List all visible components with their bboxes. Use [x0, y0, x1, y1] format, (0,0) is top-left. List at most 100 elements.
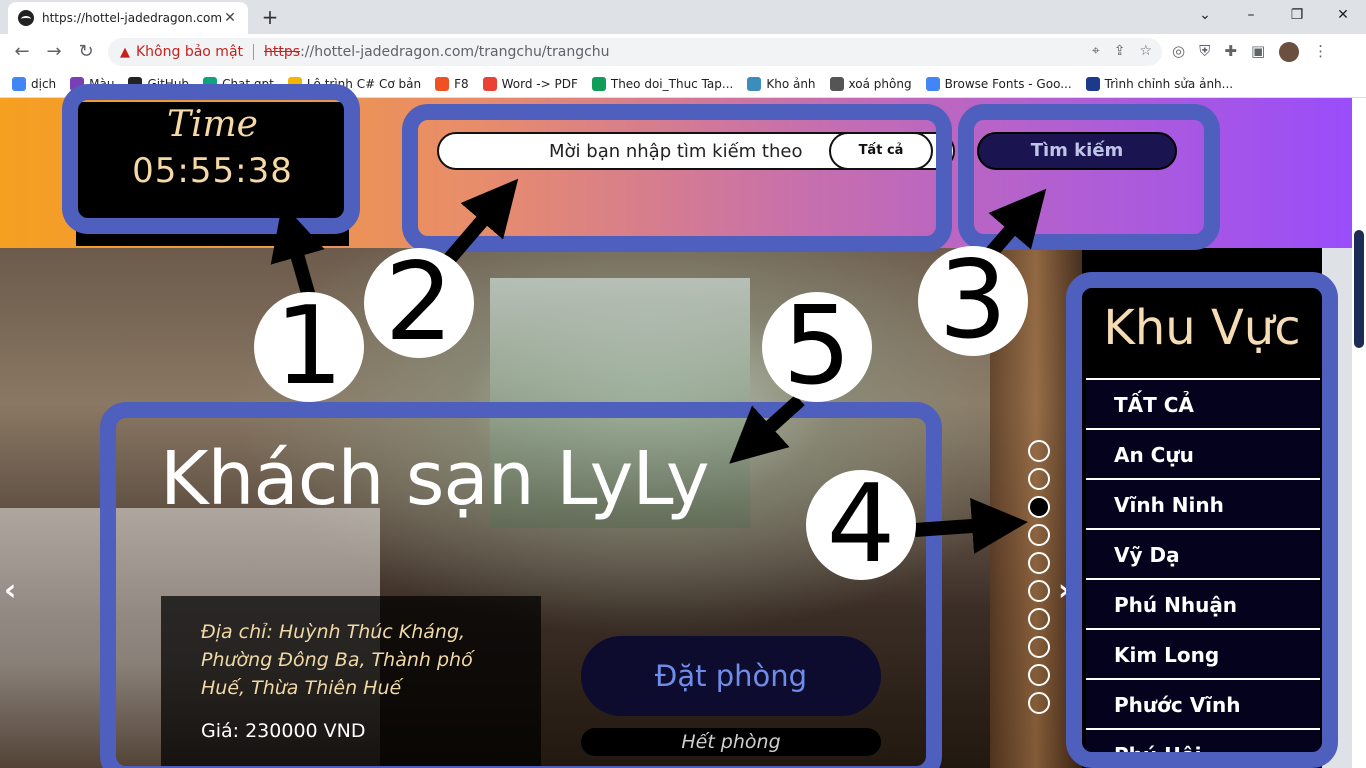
hotel-price: Giá: 230000 VND	[201, 720, 366, 742]
bookmark-item[interactable]: xoá phông	[829, 76, 912, 91]
bookmark-label: Browse Fonts - Goo...	[944, 76, 1072, 91]
restore-icon[interactable]: ❐	[1274, 0, 1320, 30]
carousel-next-icon[interactable]: ›	[1058, 573, 1070, 608]
page-scrollbar[interactable]	[1352, 98, 1366, 768]
bookmark-star-icon[interactable]: ☆	[1139, 43, 1152, 59]
bookmark-favicon-icon	[435, 76, 450, 91]
carousel-dot[interactable]	[1028, 636, 1050, 658]
bookmark-favicon-icon	[1085, 76, 1100, 91]
carousel-dot[interactable]	[1028, 664, 1050, 686]
address-bar[interactable]: ▲ Không bảo mật https ://hottel-jadedrag…	[108, 38, 1162, 66]
bookmark-label: F8	[454, 76, 469, 91]
sidebar-area-item[interactable]: TẤT CẢ	[1086, 378, 1320, 428]
bookmark-label: Màu	[89, 76, 115, 91]
sidebar-area-item[interactable]: Phú Nhuận	[1086, 578, 1320, 628]
bookmark-favicon-icon	[482, 76, 497, 91]
carousel-indicators	[1028, 440, 1052, 720]
browser-tab[interactable]: https://hottel-jadedragon.com/tr ✕	[8, 2, 248, 34]
carousel-dot[interactable]	[1028, 524, 1050, 546]
search-scope-select[interactable]: Tất cả	[829, 132, 933, 170]
page-header: Time 05:55:38 Tất cả Tìm kiếm	[0, 98, 1352, 248]
sidebar-area-item[interactable]: Phước Vĩnh	[1086, 678, 1320, 728]
tab-search-icon[interactable]: ⌄	[1182, 0, 1228, 30]
bookmark-favicon-icon	[70, 76, 85, 91]
bookmark-item[interactable]: Theo doi_Thuc Tap...	[591, 76, 734, 91]
annotation-number-5: 5	[762, 292, 872, 402]
annotation-number-3: 3	[918, 246, 1028, 356]
hotel-name: Khách sạn LyLy	[160, 436, 710, 522]
browser-toolbar: ← → ↻ ▲ Không bảo mật https ://hottel-ja…	[0, 34, 1366, 70]
location-icon[interactable]: ⌖	[1092, 43, 1100, 59]
bookmark-label: Trình chỉnh sửa ảnh...	[1104, 76, 1234, 91]
web-page: Time 05:55:38 Tất cả Tìm kiếm Khách sạn …	[0, 98, 1366, 768]
bookmark-favicon-icon	[591, 76, 606, 91]
share-icon[interactable]: ⇪	[1114, 43, 1126, 59]
close-window-icon[interactable]: ✕	[1320, 0, 1366, 30]
clock-widget: Time 05:55:38	[76, 102, 349, 246]
bookmark-label: Lộ trình C# Cơ bản	[306, 76, 422, 91]
sidebar-area-item[interactable]: Vỹ Dạ	[1086, 528, 1320, 578]
carousel-dot[interactable]	[1028, 440, 1050, 462]
bookmark-item[interactable]: Kho ảnh	[747, 76, 816, 91]
forward-arrow-icon[interactable]: →	[42, 40, 66, 64]
menu-kebab-icon[interactable]: ⋮	[1313, 42, 1328, 62]
close-tab-icon[interactable]: ✕	[222, 10, 238, 26]
bookmark-favicon-icon	[287, 76, 302, 91]
bookmark-item[interactable]: F8	[435, 76, 469, 91]
bookmark-label: dịch	[31, 76, 57, 91]
bookmark-favicon-icon	[925, 76, 940, 91]
annotation-number-2: 2	[364, 248, 474, 358]
bookmark-item[interactable]: Word -> PDF	[482, 76, 578, 91]
bookmark-item[interactable]: Màu	[70, 76, 115, 91]
security-label[interactable]: Không bảo mật	[136, 44, 243, 60]
sidebar-area-item[interactable]: An Cựu	[1086, 428, 1320, 478]
sidebar-title: Khu Vực	[1103, 300, 1301, 356]
sidebar-area-item[interactable]: Vĩnh Ninh	[1086, 478, 1320, 528]
clock-label: Time	[167, 104, 258, 145]
hotel-info-box: Địa chỉ: Huỳnh Thúc Kháng, Phường Đông B…	[161, 596, 541, 768]
url-path: ://hottel-jadedragon.com/trangchu/trangc…	[300, 44, 610, 60]
bookmark-item[interactable]: GitHub	[128, 76, 189, 91]
sidebar-area-item[interactable]: Kim Long	[1086, 628, 1320, 678]
site-favicon-icon	[18, 10, 34, 26]
bookmark-favicon-icon	[128, 76, 143, 91]
search-button[interactable]: Tìm kiếm	[977, 132, 1177, 170]
bookmark-item[interactable]: Trình chỉnh sửa ảnh...	[1085, 76, 1234, 91]
bookmark-label: Chat gpt	[222, 76, 274, 91]
tab-bar: https://hottel-jadedragon.com/tr ✕ + ⌄ –…	[0, 0, 1366, 34]
bookmark-label: Theo doi_Thuc Tap...	[610, 76, 734, 91]
bookmark-item[interactable]: dịch	[12, 76, 57, 91]
carousel-prev-icon[interactable]: ‹	[4, 573, 16, 608]
side-panel-icon[interactable]: ▣	[1251, 42, 1265, 62]
bookmark-label: xoá phông	[848, 76, 912, 91]
profile-avatar[interactable]	[1279, 42, 1300, 62]
book-room-button[interactable]: Đặt phòng	[581, 636, 881, 716]
reload-icon[interactable]: ↻	[74, 40, 98, 64]
bookmark-label: Kho ảnh	[766, 76, 816, 91]
carousel-dot[interactable]	[1028, 692, 1050, 714]
tab-title: https://hottel-jadedragon.com/tr	[42, 11, 222, 25]
carousel-dot[interactable]	[1028, 468, 1050, 490]
shield-extension-icon[interactable]: ⛨	[1199, 42, 1210, 62]
minimize-icon[interactable]: –	[1228, 0, 1274, 30]
bookmark-item[interactable]: Lộ trình C# Cơ bản	[287, 76, 422, 91]
clock-time: 05:55:38	[132, 151, 293, 191]
puzzle-extensions-icon[interactable]: ✚	[1224, 42, 1237, 62]
hotel-carousel: Khách sạn LyLy Địa chỉ: Huỳnh Thúc Kháng…	[0, 248, 1082, 768]
new-tab-button[interactable]: +	[256, 6, 284, 30]
scrollbar-thumb[interactable]	[1354, 230, 1364, 348]
bookmark-favicon-icon	[12, 76, 26, 91]
carousel-dot[interactable]	[1028, 552, 1050, 574]
carousel-dot[interactable]	[1028, 608, 1050, 630]
compass-extension-icon[interactable]: ◎	[1172, 42, 1185, 62]
bookmark-item[interactable]: Chat gpt	[203, 76, 274, 91]
search-bar: Tất cả	[437, 132, 955, 170]
warning-icon[interactable]: ▲	[120, 45, 130, 60]
bookmark-favicon-icon	[829, 76, 844, 91]
carousel-dot[interactable]	[1028, 496, 1050, 518]
carousel-dot[interactable]	[1028, 580, 1050, 602]
bookmark-item[interactable]: Browse Fonts - Goo...	[925, 76, 1072, 91]
back-arrow-icon[interactable]: ←	[10, 40, 34, 64]
sidebar-area-item[interactable]: Phú Hội	[1086, 728, 1320, 768]
room-status-badge: Hết phòng	[581, 728, 881, 756]
